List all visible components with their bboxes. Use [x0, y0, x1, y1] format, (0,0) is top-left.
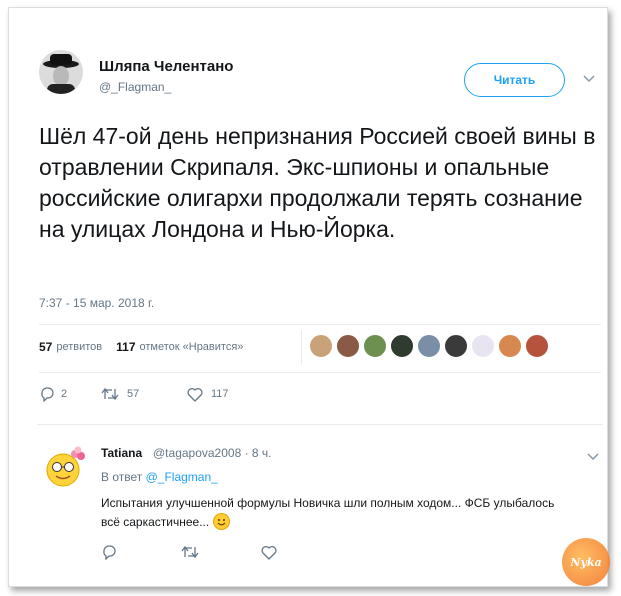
author-avatar[interactable] — [39, 50, 83, 94]
stats-separator — [301, 330, 302, 364]
like-icon[interactable] — [187, 387, 203, 402]
liker-avatar[interactable] — [309, 334, 333, 358]
chevron-down-icon[interactable] — [583, 70, 595, 88]
reply-to: В ответ @_Flagman_ — [101, 470, 218, 484]
retweet-icon[interactable] — [181, 545, 261, 564]
watermark-logo: Nyka — [562, 538, 610, 586]
likes-label[interactable]: отметок «Нравится» — [140, 341, 244, 353]
author-name[interactable]: Шляпа Челентано — [99, 58, 233, 75]
liker-avatar[interactable] — [525, 334, 549, 358]
reply-count: 2 — [61, 388, 68, 400]
reply-actions — [101, 544, 277, 565]
chevron-down-icon[interactable] — [587, 448, 599, 466]
smile-emoji-icon — [212, 513, 230, 530]
tweet-actions: 2 57 117 — [39, 386, 229, 402]
reply-author-name[interactable]: Tatiana — [101, 446, 142, 460]
reply-avatar[interactable] — [41, 444, 87, 490]
likes-count[interactable]: 117 — [116, 340, 135, 354]
like-action[interactable]: 117 — [187, 387, 229, 402]
reply-meta[interactable]: @tagapova2008 · 8 ч. — [153, 446, 272, 460]
liker-avatar[interactable] — [417, 334, 441, 358]
liker-avatar[interactable] — [498, 334, 522, 358]
reply-text: Испытания улучшенной формулы Новичка шли… — [101, 494, 571, 532]
like-icon[interactable] — [261, 545, 277, 565]
likers-avatars — [309, 334, 552, 358]
tweet-text: Шёл 47-ой день непризнания Россией своей… — [39, 123, 596, 242]
liker-avatar[interactable] — [363, 334, 387, 358]
like-count: 117 — [211, 388, 229, 400]
liker-avatar[interactable] — [336, 334, 360, 358]
divider — [39, 372, 601, 373]
retweet-action[interactable]: 57 — [101, 387, 187, 401]
retweet-icon[interactable] — [101, 387, 119, 401]
reply-to-prefix: В ответ — [101, 470, 143, 484]
liker-avatar[interactable] — [390, 334, 414, 358]
tweet-card: Шляпа Челентано @_Flagman_ Читать Шёл 47… — [8, 7, 610, 587]
liker-avatar[interactable] — [444, 334, 468, 358]
tweet-stats: 57 ретвитов 117 отметок «Нравится» — [39, 340, 243, 354]
retweet-count: 57 — [127, 388, 140, 400]
divider — [39, 324, 601, 325]
divider — [37, 424, 603, 425]
reply-text-body: Испытания улучшенной формулы Новичка шли… — [101, 496, 555, 529]
watermark-text: Nyka — [570, 555, 602, 569]
reply-to-handle[interactable]: @_Flagman_ — [146, 470, 218, 484]
reply-icon[interactable] — [101, 544, 181, 565]
author-handle[interactable]: @_Flagman_ — [99, 80, 171, 94]
reply-action[interactable]: 2 — [39, 386, 101, 402]
retweets-count[interactable]: 57 — [39, 340, 52, 354]
tweet-timestamp[interactable]: 7:37 - 15 мар. 2018 г. — [39, 296, 154, 310]
follow-button[interactable]: Читать — [464, 63, 565, 97]
reply-icon[interactable] — [39, 386, 55, 402]
liker-avatar[interactable] — [471, 334, 495, 358]
retweets-label[interactable]: ретвитов — [56, 341, 102, 353]
